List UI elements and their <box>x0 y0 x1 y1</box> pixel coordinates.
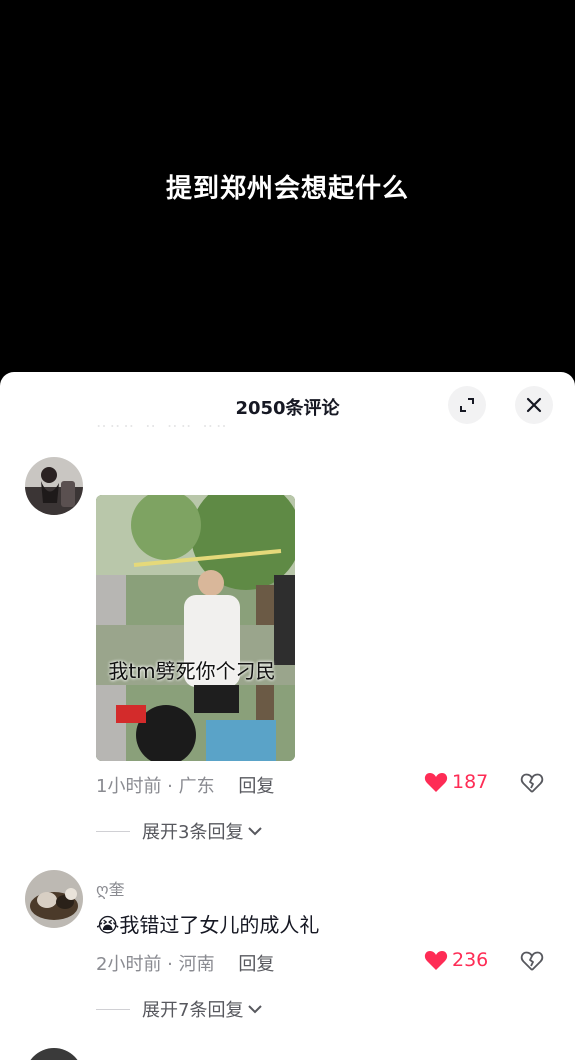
chevron-down-icon <box>248 1005 263 1014</box>
broken-heart-icon <box>520 773 544 793</box>
avatar[interactable] <box>25 457 83 515</box>
video-caption: 提到郑州会想起什么 <box>165 174 409 204</box>
chevron-down-icon <box>248 827 263 836</box>
scrolled-comment-remnant: ‥‥‥ ‥ ‥‥ ‥‥ <box>96 412 230 431</box>
comment-meta: 1小时前 · 广东 回复 <box>96 772 274 798</box>
crying-emoji: 😭 <box>96 913 120 937</box>
avatar[interactable] <box>25 870 83 928</box>
time-location: 1小时前 · 广东 <box>96 776 215 797</box>
video-player[interactable]: 提到郑州会想起什么 <box>0 0 575 380</box>
avatar-image <box>25 870 83 928</box>
expand-replies-button[interactable]: 展开7条回复 <box>96 996 263 1022</box>
comment-text: 😭我错过了女儿的成人礼 <box>96 909 319 938</box>
comment-image[interactable]: 我tm劈死你个刁民 <box>96 495 295 761</box>
divider <box>96 830 130 832</box>
meme-photo <box>96 495 295 761</box>
avatar[interactable] <box>25 1048 83 1060</box>
divider <box>96 1008 130 1010</box>
comment-meta: 2小时前 · 河南 回复 <box>96 950 274 976</box>
expand-button[interactable] <box>448 386 486 424</box>
meme-caption: 我tm劈死你个刁民 <box>108 659 276 683</box>
like-button[interactable]: 187 <box>424 771 488 793</box>
avatar-image <box>25 457 83 515</box>
broken-heart-icon <box>520 951 544 971</box>
close-button[interactable] <box>515 386 553 424</box>
like-count: 236 <box>452 949 489 971</box>
expand-replies-label: 展开3条回复 <box>142 822 244 843</box>
close-icon <box>526 397 542 413</box>
dislike-button[interactable] <box>520 772 544 798</box>
comment-body: 我错过了女儿的成人礼 <box>119 913 320 937</box>
expand-replies-button[interactable]: 展开3条回复 <box>96 818 263 844</box>
comments-sheet: 2050条评论 ‥‥‥ ‥ ‥‥ ‥‥ 我tm劈死你个刁民 1小时前 · 广东 … <box>0 372 575 1060</box>
like-button[interactable]: 236 <box>424 949 488 971</box>
expand-replies-label: 展开7条回复 <box>142 1000 244 1021</box>
comments-header: 2050条评论 ‥‥‥ ‥ ‥‥ ‥‥ <box>0 372 575 438</box>
reply-button[interactable]: 回复 <box>238 776 274 797</box>
reply-button[interactable]: 回复 <box>238 954 274 975</box>
expand-icon <box>460 398 474 412</box>
like-count: 187 <box>452 771 489 793</box>
heart-filled-icon <box>424 773 448 792</box>
heart-filled-icon <box>424 951 448 970</box>
time-location: 2小时前 · 河南 <box>96 954 215 975</box>
username[interactable]: ღ奎 <box>96 876 125 900</box>
dislike-button[interactable] <box>520 950 544 976</box>
comments-count-title: 2050条评论 <box>235 398 340 419</box>
